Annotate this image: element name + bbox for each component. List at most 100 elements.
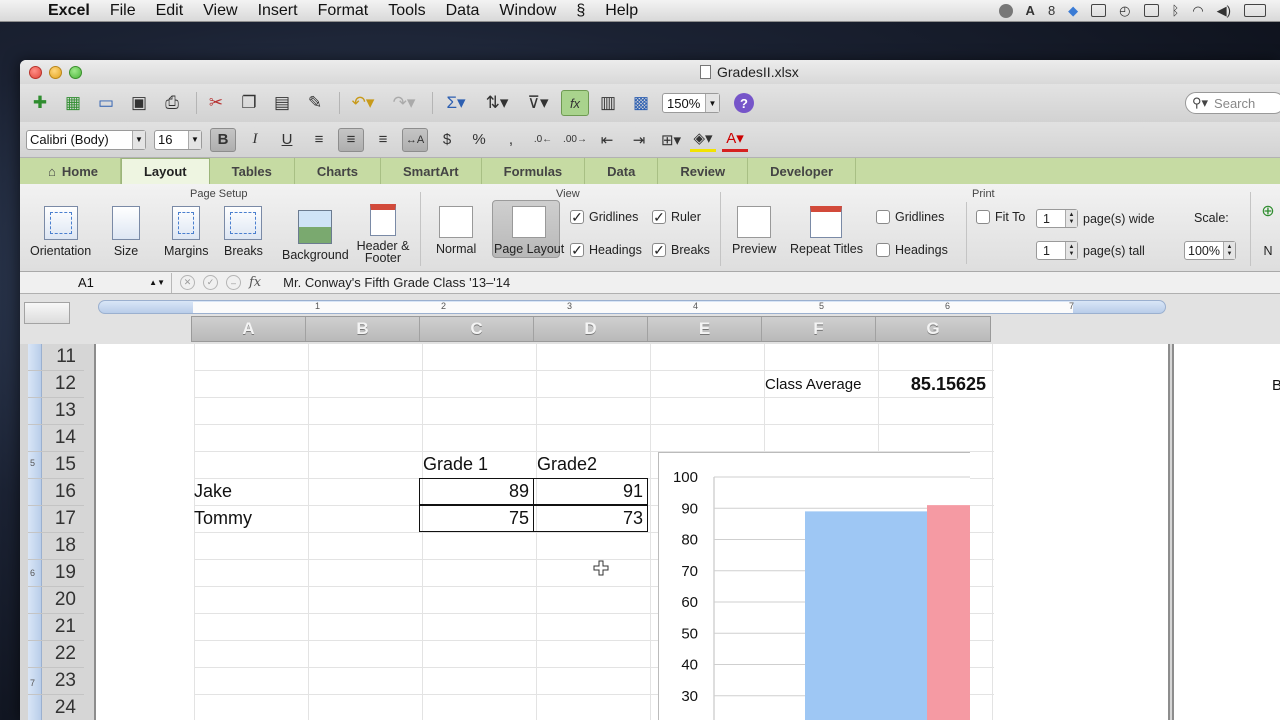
align-left-icon[interactable]: ≡ — [306, 128, 332, 152]
italic-button[interactable]: I — [242, 128, 268, 152]
chart-bar[interactable] — [805, 511, 927, 720]
increase-decimal-icon[interactable]: .0← — [530, 128, 556, 152]
cell-d17-grade[interactable]: 73 — [533, 505, 648, 532]
dropbox-icon[interactable]: ◆ — [1068, 3, 1078, 19]
menu-insert[interactable]: Insert — [248, 2, 308, 20]
row-header[interactable]: 21 — [28, 614, 84, 641]
borders-icon[interactable]: ⊞▾ — [658, 128, 684, 152]
confirm-entry-icon[interactable]: ✓ — [203, 275, 218, 290]
save-icon[interactable]: ▣ — [125, 90, 153, 116]
display-icon[interactable] — [1143, 4, 1159, 17]
tab-tables[interactable]: Tables — [210, 158, 295, 184]
align-right-icon[interactable]: ≡ — [370, 128, 396, 152]
view-gridlines-checkbox[interactable]: ✓ Gridlines — [570, 210, 638, 224]
cell-c15-grade1-header[interactable]: Grade 1 — [419, 451, 533, 478]
print-preview-button[interactable]: Preview — [732, 206, 776, 255]
view-page-layout-button[interactable]: Page Layout — [494, 206, 564, 255]
minimize-window-button[interactable] — [49, 66, 62, 79]
format-painter-icon[interactable]: ✎ — [301, 90, 329, 116]
time-machine-icon[interactable]: ◴ — [1119, 3, 1130, 19]
menu-edit[interactable]: Edit — [146, 2, 194, 20]
horizontal-ruler[interactable]: 1 2 3 4 5 6 7 — [98, 300, 1166, 314]
select-all-corner[interactable] — [24, 302, 70, 324]
autosum-icon[interactable]: Σ▾ — [438, 90, 474, 116]
row-header[interactable]: 12 — [28, 371, 84, 398]
sort-icon[interactable]: ⇅▾ — [479, 90, 515, 116]
view-ruler-checkbox[interactable]: ✓ Ruler — [652, 210, 701, 224]
cell-c17-grade[interactable]: 75 — [419, 505, 534, 532]
view-headings-checkbox[interactable]: ✓ Headings — [570, 243, 642, 257]
search-field[interactable]: ⚲▾ Search — [1185, 92, 1280, 114]
battery-icon[interactable] — [1244, 4, 1266, 17]
orientation-button[interactable]: Orientation — [30, 206, 91, 257]
breaks-button[interactable]: Breaks — [224, 206, 263, 257]
menu-view[interactable]: View — [193, 2, 247, 20]
cut-icon[interactable]: ✂ — [202, 90, 230, 116]
tab-formulas[interactable]: Formulas — [482, 158, 586, 184]
currency-icon[interactable]: $ — [434, 128, 460, 152]
bluetooth-icon[interactable]: ᛒ — [1172, 3, 1180, 18]
row-header[interactable]: 24 — [28, 695, 84, 720]
row-header[interactable]: 18 — [28, 533, 84, 560]
decrease-decimal-icon[interactable]: .00→ — [562, 128, 588, 152]
row-header[interactable]: 23 — [28, 668, 84, 695]
column-header[interactable]: A — [192, 317, 306, 341]
name-box[interactable]: A1 ▲▼ — [20, 272, 172, 293]
menu-file[interactable]: File — [100, 2, 146, 20]
grades-bar-chart[interactable]: 30 40 50 60 70 80 90 100 — [658, 452, 970, 720]
font-name-select[interactable]: Calibri (Body) ▼ — [26, 129, 146, 150]
column-header[interactable]: D — [534, 317, 648, 341]
cell-f12-class-average-label[interactable]: Class Average — [761, 371, 875, 398]
row-header[interactable]: 16 — [28, 479, 84, 506]
fill-color-icon[interactable]: ◈▾ — [690, 128, 716, 152]
comma-style-icon[interactable]: , — [498, 128, 524, 152]
adobe-icon[interactable]: A — [1026, 3, 1035, 18]
app-icon[interactable] — [1091, 4, 1107, 17]
insert-function-icon[interactable]: fx — [249, 275, 261, 290]
undo-icon[interactable]: ↶▾ — [345, 90, 381, 116]
wrap-text-icon[interactable]: ↔A — [402, 127, 428, 152]
cell-c16-grade[interactable]: 89 — [419, 478, 534, 505]
cell-a16-student-name[interactable]: Jake — [190, 478, 304, 505]
tab-data[interactable]: Data — [585, 158, 659, 184]
view-normal-button[interactable]: Normal — [436, 206, 476, 255]
row-header[interactable]: 17 — [28, 506, 84, 533]
tab-layout[interactable]: Layout — [120, 158, 210, 184]
zoom-select[interactable]: 150% ▼ — [662, 93, 720, 113]
increase-indent-icon[interactable]: ⇥ — [626, 128, 652, 152]
record-icon[interactable] — [998, 3, 1013, 18]
templates-icon[interactable]: ▦ — [59, 90, 87, 116]
fit-tall-stepper[interactable]: 1 ▲ ▼ — [1036, 241, 1078, 260]
formula-input[interactable]: Mr. Conway's Fifth Grade Class '13–'14 — [269, 275, 510, 290]
new-workbook-icon[interactable]: ✚ — [26, 90, 54, 116]
cell-g12-class-average-value[interactable]: 85.15625 — [876, 371, 990, 398]
volume-icon[interactable]: ◀) — [1217, 3, 1231, 19]
cell-d15-grade2-header[interactable]: Grade2 — [533, 451, 647, 478]
repeat-titles-button[interactable]: Repeat Titles — [790, 206, 863, 255]
row-header[interactable]: 22 — [28, 641, 84, 668]
menu-tools[interactable]: Tools — [378, 2, 435, 20]
view-breaks-checkbox[interactable]: ✓ Breaks — [652, 243, 710, 257]
fit-to-checkbox[interactable]: Fit To — [976, 210, 1025, 224]
scale-stepper[interactable]: 100% ▲ ▼ — [1184, 241, 1236, 260]
column-header[interactable]: F — [762, 317, 876, 341]
tab-home[interactable]: ⌂ Home — [26, 158, 121, 184]
chart-bar[interactable] — [927, 505, 970, 720]
column-header[interactable]: B — [306, 317, 420, 341]
redo-icon[interactable]: ↷▾ — [386, 90, 422, 116]
font-color-icon[interactable]: A▾ — [722, 128, 748, 152]
toolbox-icon[interactable]: ▩ — [627, 90, 655, 116]
close-window-button[interactable] — [29, 66, 42, 79]
bold-button[interactable]: B — [210, 127, 236, 152]
header-footer-button[interactable]: Header & Footer — [354, 204, 412, 264]
paste-icon[interactable]: ▤ — [268, 90, 296, 116]
zoom-window-button[interactable] — [69, 66, 82, 79]
cancel-entry-icon[interactable]: ✕ — [180, 275, 195, 290]
menu-help[interactable]: Help — [595, 2, 648, 20]
tab-smartart[interactable]: SmartArt — [381, 158, 482, 184]
tab-review[interactable]: Review — [658, 158, 749, 184]
formula-builder-icon[interactable]: fx — [561, 90, 589, 116]
help-icon[interactable]: ? — [734, 93, 754, 113]
menu-data[interactable]: Data — [436, 2, 490, 20]
cell-a17-student-name[interactable]: Tommy — [190, 505, 304, 532]
